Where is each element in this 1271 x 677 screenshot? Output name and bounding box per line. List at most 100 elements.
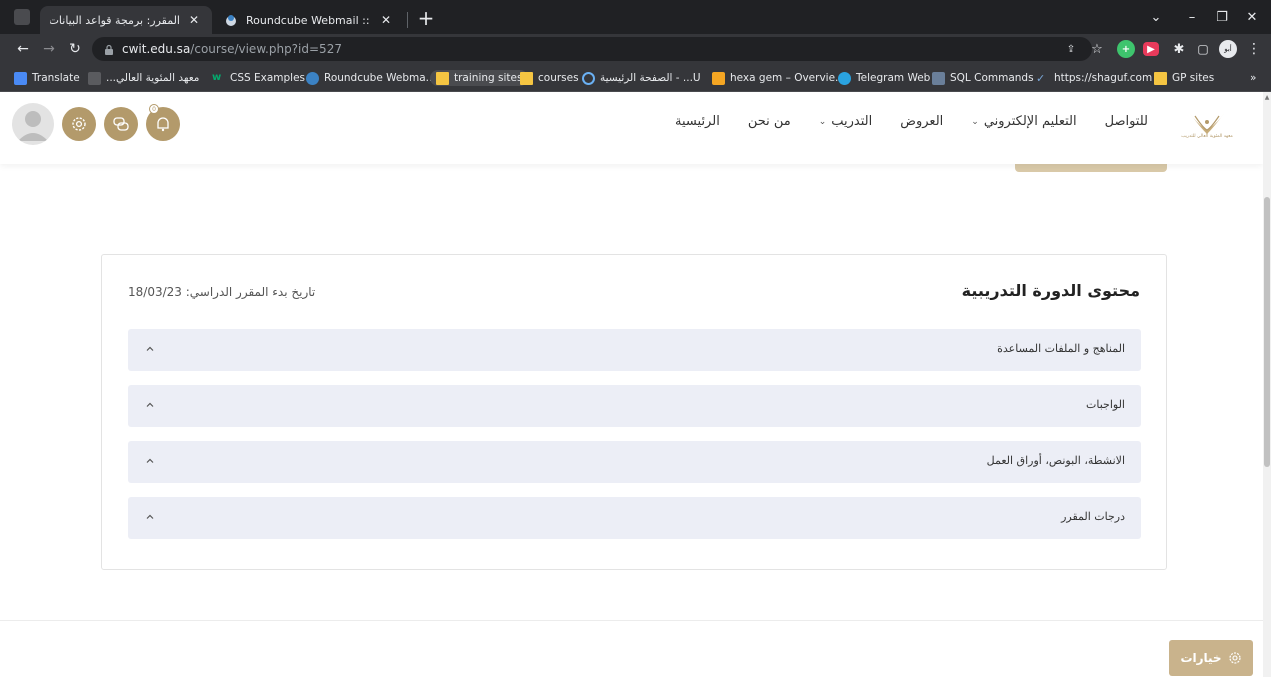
notification-badge: 0 [149,104,159,114]
bookmark-folder[interactable]: training sites [430,70,529,86]
translate-icon [14,71,27,85]
browser-toolbar: ← → ↻ cwit.edu.sa /course/view.php?id=52… [0,34,1271,64]
hexa-icon [712,71,725,85]
bookmark-star-icon[interactable]: ☆ [1088,40,1106,58]
gear-icon [1228,652,1241,664]
logo-icon[interactable] [1175,104,1239,154]
nav-elearning[interactable]: التعليم الإلكتروني ⌄ [971,114,1076,129]
telegram-icon [838,71,851,85]
tab-divider [407,12,408,28]
section-label: الواجبات [1086,398,1125,411]
nav-contact[interactable]: للتواصل [1105,114,1148,129]
roundcube-favicon-icon [226,15,236,26]
tab-search-dropdown-icon[interactable]: ⌄ [1136,0,1176,34]
options-label: خيارات [1180,651,1222,665]
shaguf-icon: ✓ [1036,71,1046,85]
address-path: /course/view.php?id=527 [190,42,342,56]
bookmarks-overflow-icon[interactable]: » [1250,70,1256,86]
scroll-up-icon[interactable]: ▲ [1263,94,1271,104]
course-content-title: محتوى الدورة التدريبية [961,281,1140,300]
w3schools-icon: w [212,71,222,83]
messages-button[interactable] [104,107,138,141]
bookmark-item[interactable]: ✓ https://shaguf.com [1036,70,1152,86]
sql-icon [932,71,945,85]
header-user-icons: 0 [12,103,180,145]
address-host: cwit.edu.sa [122,42,191,56]
tab-title: المقرر: برمجة قواعد البيانات [50,13,180,27]
tab-roundcube[interactable]: Roundcube Webmail :: Inbox ✕ [214,6,404,34]
gear-icon [72,117,86,131]
browser-tab-strip: المقرر: برمجة قواعد البيانات ✕ Roundcube… [0,0,1271,34]
close-tab-icon[interactable]: ✕ [186,12,202,28]
tab-course[interactable]: المقرر: برمجة قواعد البيانات ✕ [40,6,212,34]
menu-kebab-icon[interactable]: ⋮ [1245,40,1263,58]
footer-divider [0,620,1263,621]
nav-about[interactable]: من نحن [748,114,791,129]
roundcube-icon [306,71,319,85]
extension-red-icon[interactable]: ▶ [1143,42,1159,56]
chevron-down-icon: ⌄ [971,116,979,127]
section-label: المناهج و الملفات المساعدة [997,342,1125,355]
share-icon[interactable]: ⇪ [1062,40,1080,58]
nav-home[interactable]: الرئيسية [675,114,720,129]
reload-icon[interactable]: ↻ [66,40,84,58]
section-toggle[interactable]: الانشطة، البونص، أوراق العمل [128,441,1141,483]
section-toggle[interactable]: الواجبات [128,385,1141,427]
section-toggle[interactable]: المناهج و الملفات المساعدة [128,329,1141,371]
nav-offers[interactable]: العروض [900,114,943,129]
section-label: درجات المقرر [1061,510,1125,523]
bookmark-item[interactable]: معهد المئوية العالي... [88,70,199,86]
chevron-up-icon [146,458,154,463]
page-viewport: معهد المئوية العالي للتدريب الرئيسية من … [0,92,1263,677]
side-panel-icon[interactable]: ▢ [1194,40,1212,58]
bookmark-item[interactable]: SQL Commands [932,70,1034,86]
chat-bubbles-icon [113,117,129,131]
new-tab-button[interactable]: + [415,8,437,30]
folder-icon [436,71,449,85]
bookmark-item[interactable]: w CSS Examples [212,70,305,86]
bookmark-folder[interactable]: courses [520,70,579,86]
bookmark-item[interactable]: Telegram Web [838,70,930,86]
logo-text: معهد المئوية العالي للتدريب [1181,134,1233,139]
folder-icon [520,71,533,85]
settings-button[interactable] [62,107,96,141]
course-content-card: محتوى الدورة التدريبية تاريخ بدء المقرر … [101,254,1167,570]
user-silhouette-icon [18,111,48,141]
chevron-up-icon [146,514,154,519]
options-button[interactable]: خيارات [1169,640,1253,676]
back-arrow-icon[interactable]: ← [14,40,32,58]
chevron-down-icon: ⌄ [818,116,827,127]
bookmark-item[interactable]: الصفحة الرئيسية - ...U [582,70,701,86]
course-start-date: تاريخ بدء المقرر الدراسي: 18/03/23 [128,285,316,299]
user-avatar[interactable] [12,103,54,145]
nav-training[interactable]: التدريب ⌄ [819,114,873,129]
bookmark-item[interactable]: hexa gem – Overvie... [712,70,845,86]
folder-icon [1154,71,1167,85]
main-nav: الرئيسية من نحن التدريب ⌄ العروض التعليم … [675,114,1148,129]
page-scrollbar[interactable]: ▲ [1263,92,1271,677]
chevron-up-icon [146,346,154,351]
tab-title: Roundcube Webmail :: Inbox [246,13,372,27]
bookmarks-bar: Translate معهد المئوية العالي... w CSS Ex… [0,64,1271,92]
tab-search-icon[interactable] [14,9,30,25]
section-toggle[interactable]: درجات المقرر [128,497,1141,539]
scrollbar-thumb[interactable] [1264,197,1270,467]
bookmark-item[interactable]: Translate [14,70,80,86]
bookmark-folder[interactable]: GP sites [1154,70,1214,86]
site-favicon-icon [88,71,101,85]
site-header: معهد المئوية العالي للتدريب الرئيسية من … [0,92,1263,164]
lock-icon [105,44,113,55]
chevron-up-icon [146,402,154,407]
forward-arrow-icon[interactable]: → [40,40,58,58]
bookmark-item[interactable]: Roundcube Webma... [306,70,436,86]
notifications-button[interactable]: 0 [146,104,180,141]
close-window-button[interactable]: ✕ [1232,0,1271,34]
profile-avatar[interactable]: أبو [1219,40,1237,58]
extensions-puzzle-icon[interactable]: ✱ [1170,40,1188,58]
close-tab-icon[interactable]: ✕ [378,12,394,28]
site-favicon-icon [582,71,595,85]
bell-icon [157,117,169,132]
address-bar[interactable]: cwit.edu.sa /course/view.php?id=527 [92,37,1092,61]
section-label: الانشطة، البونص، أوراق العمل [986,454,1125,467]
extension-plus-icon[interactable]: + [1117,40,1135,58]
